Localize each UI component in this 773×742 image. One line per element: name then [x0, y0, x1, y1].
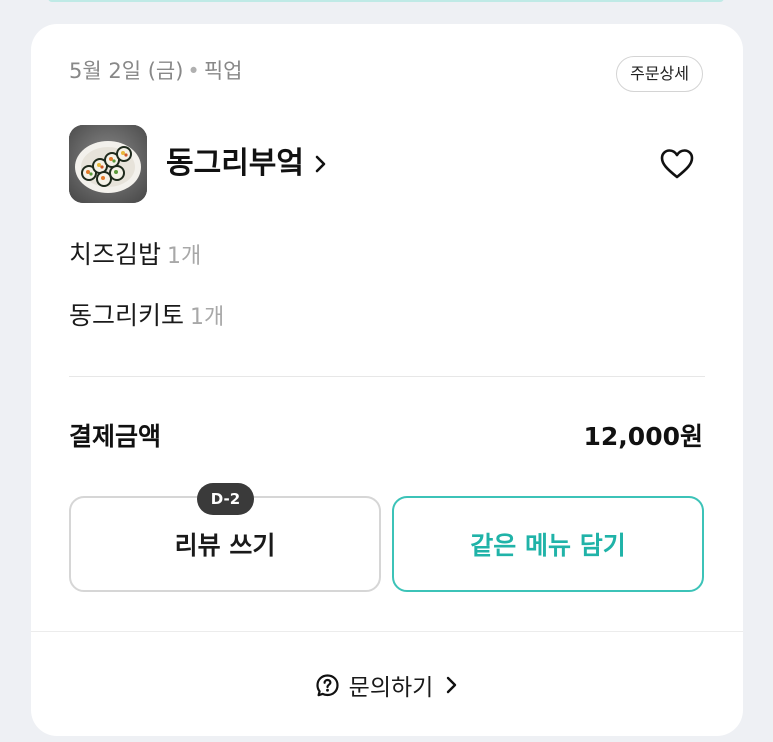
write-review-label: 리뷰 쓰기 [174, 531, 276, 560]
inquiry-label: 문의하기 [348, 675, 434, 701]
item-qty: 1개 [167, 244, 202, 269]
order-detail-button[interactable]: 주문상세 [616, 56, 703, 92]
review-deadline-badge: D-2 [197, 483, 254, 515]
store-name: 동그리부엌 [166, 146, 304, 181]
chevron-right-icon [447, 676, 457, 694]
previous-card-edge [48, 0, 724, 2]
item-qty: 1개 [190, 305, 225, 330]
order-item: 치즈김밥 1개 [69, 238, 201, 274]
inquiry-link[interactable]: 문의하기 [31, 665, 743, 705]
question-circle-icon [316, 673, 339, 696]
heart-outline-icon[interactable] [659, 147, 695, 181]
store-thumbnail[interactable] [69, 125, 147, 203]
gimbap-photo [69, 125, 147, 203]
payment-label: 결제금액 [69, 422, 162, 451]
order-item: 동그리키토 1개 [69, 299, 224, 335]
payment-amount: 12,000원 [583, 422, 703, 451]
chevron-right-icon [315, 155, 326, 173]
footer-divider [31, 631, 743, 632]
order-meta: 5월 2일 (금) • 픽업 [69, 57, 242, 85]
item-name: 치즈김밥 [69, 240, 162, 269]
store-name-link[interactable]: 동그리부엌 [166, 145, 330, 183]
meta-separator: • [187, 59, 200, 83]
order-date: 5월 2일 (금) [69, 59, 184, 83]
item-name: 동그리키토 [69, 301, 185, 330]
section-divider [69, 376, 705, 377]
reorder-button[interactable]: 같은 메뉴 담기 [392, 496, 704, 592]
order-card: 5월 2일 (금) • 픽업 주문상세 동그리부엌 치즈김밥 1개 동그리키토 … [31, 24, 743, 736]
store-row: 동그리부엌 [69, 125, 705, 203]
reorder-label: 같은 메뉴 담기 [470, 531, 626, 560]
order-type: 픽업 [203, 59, 243, 83]
